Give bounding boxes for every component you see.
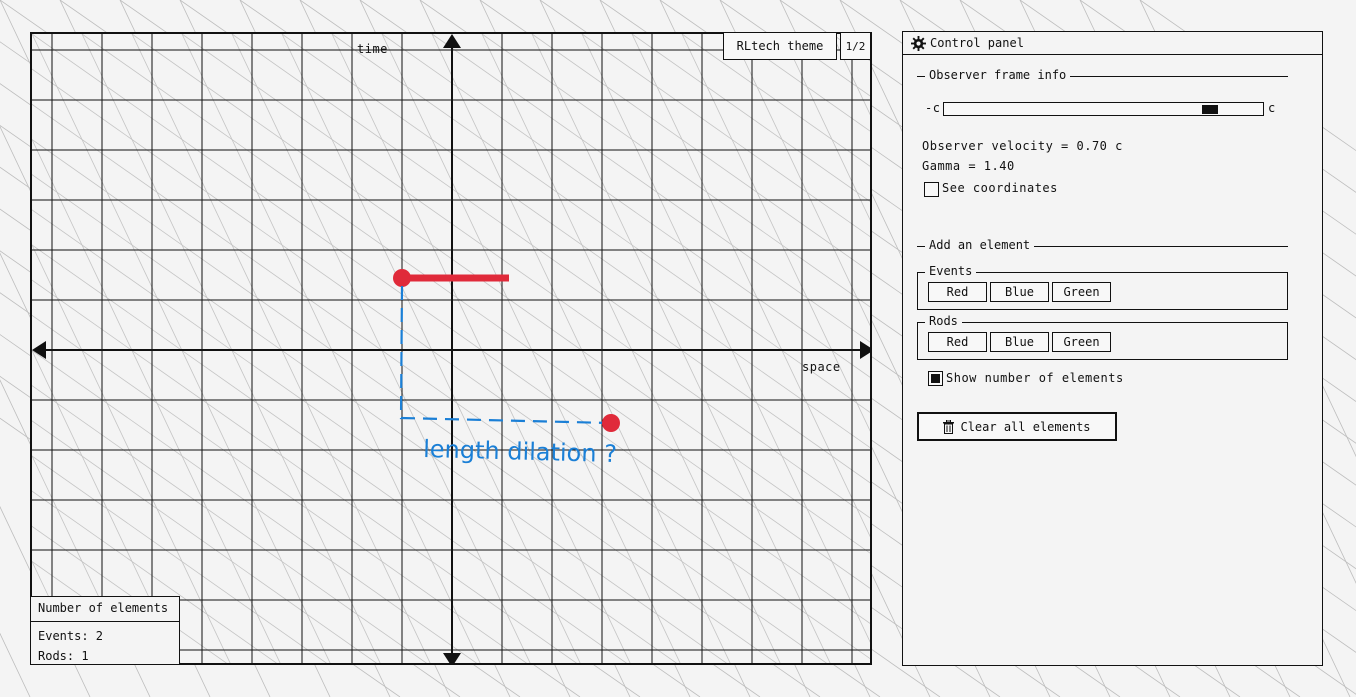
arrow-left-icon bbox=[32, 341, 46, 359]
add-section-title: Add an element bbox=[925, 238, 1035, 252]
velocity-slider[interactable] bbox=[943, 102, 1264, 116]
show-number-label: Show number of elements bbox=[946, 371, 1124, 385]
frame-line bbox=[0, 632, 31, 697]
arrow-right-icon bbox=[860, 341, 870, 359]
slider-max-label: c bbox=[1268, 101, 1276, 115]
clear-all-button[interactable]: Clear all elements bbox=[917, 412, 1117, 441]
space-axis-label: space bbox=[802, 360, 841, 374]
rods-count: Rods: 1 bbox=[38, 649, 89, 663]
diagram-canvas[interactable]: length dilation ? bbox=[32, 34, 872, 665]
events-group-title: Events bbox=[925, 264, 977, 278]
observer-section-title: Observer frame info bbox=[925, 68, 1071, 82]
trash-icon bbox=[943, 419, 955, 434]
add-red-event-button[interactable]: Red bbox=[928, 282, 987, 302]
gear-icon bbox=[911, 35, 926, 51]
arrow-up-icon bbox=[443, 34, 461, 48]
theme-button[interactable]: RLtech theme bbox=[723, 32, 837, 60]
events-count: Events: 2 bbox=[38, 629, 104, 643]
red-event[interactable] bbox=[602, 414, 620, 432]
add-blue-event-label: Blue bbox=[1005, 285, 1034, 299]
add-blue-rod-button[interactable]: Blue bbox=[990, 332, 1049, 352]
clear-all-label: Clear all elements bbox=[960, 419, 1091, 434]
see-coordinates-label: See coordinates bbox=[942, 181, 1058, 195]
theme-label: RLtech theme bbox=[736, 39, 824, 53]
arrow-down-icon bbox=[443, 653, 461, 663]
rods-group-title: Rods bbox=[925, 314, 962, 328]
control-panel-title: Control panel bbox=[930, 36, 1024, 50]
slider-min-label: -c bbox=[925, 101, 941, 115]
element-count-box: Number of elements Events: 2 Rods: 1 bbox=[30, 596, 180, 665]
page-label: 1/2 bbox=[845, 39, 866, 53]
observer-velocity-text: Observer velocity = 0.70 c bbox=[922, 139, 1123, 153]
time-axis-label: time bbox=[357, 42, 388, 56]
velocity-slider-thumb[interactable] bbox=[1201, 105, 1218, 114]
red-rod-endpoint[interactable] bbox=[393, 269, 411, 287]
annotation-text: length dilation ? bbox=[423, 435, 617, 468]
gamma-text: Gamma = 1.40 bbox=[922, 159, 1015, 173]
show-number-checkbox[interactable] bbox=[928, 371, 943, 386]
add-green-rod-button[interactable]: Green bbox=[1052, 332, 1111, 352]
add-blue-event-button[interactable]: Blue bbox=[990, 282, 1049, 302]
add-green-rod-label: Green bbox=[1063, 335, 1100, 349]
control-panel: Control panel Observer frame info -c c O… bbox=[902, 31, 1323, 666]
add-blue-rod-label: Blue bbox=[1005, 335, 1034, 349]
page-button[interactable]: 1/2 bbox=[840, 32, 871, 60]
add-green-event-label: Green bbox=[1063, 285, 1100, 299]
add-red-rod-label: Red bbox=[946, 335, 969, 349]
see-coordinates-checkbox[interactable] bbox=[924, 182, 939, 197]
add-green-event-button[interactable]: Green bbox=[1052, 282, 1111, 302]
rods-group: Red Blue Green bbox=[917, 322, 1288, 360]
control-panel-header: Control panel bbox=[903, 32, 1322, 55]
checkbox-check-mark bbox=[931, 374, 940, 383]
spacetime-diagram[interactable]: length dilation ? time space bbox=[30, 32, 872, 665]
add-red-rod-button[interactable]: Red bbox=[928, 332, 987, 352]
add-red-event-label: Red bbox=[946, 285, 969, 299]
element-count-title: Number of elements bbox=[31, 597, 179, 622]
